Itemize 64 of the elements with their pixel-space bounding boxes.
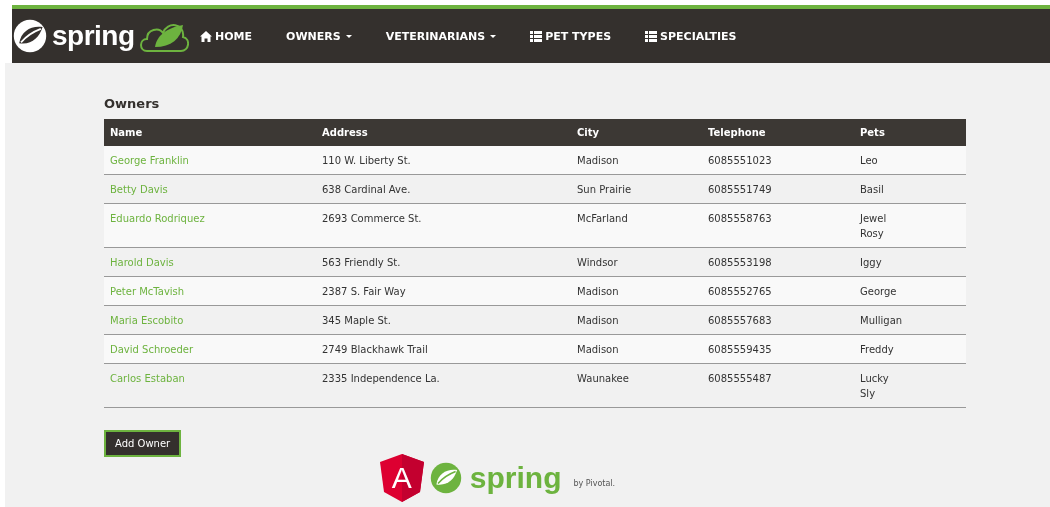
pet-name: Jewel [860, 213, 887, 224]
pet-name: Leo [860, 155, 878, 166]
table-cell: 6085555487 [708, 373, 772, 384]
nav-link[interactable]: PET TYPES [528, 29, 614, 43]
list-icon [530, 30, 543, 42]
column-header: City [577, 127, 600, 138]
table-cell: 2749 Blackhawk Trail [322, 344, 428, 355]
column-header: Address [322, 127, 368, 138]
pet-name: Mulligan [860, 315, 903, 326]
spring-logo-text: spring [469, 461, 562, 495]
nav-link[interactable]: SPECIALTIES [643, 29, 739, 43]
pet-name: Iggy [860, 257, 882, 268]
table-cell: 6085551749 [708, 184, 772, 195]
pet-name: George [860, 286, 897, 297]
table-cell: Madison [577, 286, 619, 297]
table-cell: 6085558763 [708, 213, 772, 224]
table-cell: 2387 S. Fair Way [322, 286, 406, 297]
table-cell: 638 Cardinal Ave. [322, 184, 411, 195]
pet-name: Lucky [860, 373, 889, 384]
add-owner-button[interactable]: Add Owner [104, 430, 182, 457]
pet-name: Rosy [860, 228, 884, 239]
byline: by Pivotal. [573, 478, 616, 488]
home-icon [200, 30, 212, 42]
table-cell: 6085557683 [708, 315, 772, 326]
column-header: Name [110, 127, 143, 138]
owner-link[interactable]: Carlos Estaban [110, 373, 185, 384]
list-icon [645, 30, 658, 42]
owner-link[interactable]: Harold Davis [110, 257, 174, 268]
spring-leaf-icon [429, 462, 462, 494]
table-cell: Waunakee [577, 373, 629, 384]
owner-link[interactable]: George Franklin [110, 155, 189, 166]
table-cell: Madison [577, 155, 619, 166]
owner-link[interactable]: David Schroeder [110, 344, 193, 355]
table-cell: 6085552765 [708, 286, 772, 297]
owner-link[interactable]: Betty Davis [110, 184, 168, 195]
nav-link[interactable]: OWNERS [284, 29, 354, 43]
column-header: Pets [860, 127, 885, 138]
column-header: Telephone [708, 127, 766, 138]
table-cell: Madison [577, 315, 619, 326]
table-cell: Windsor [577, 257, 618, 268]
nav-link[interactable]: VETERINARIANS [383, 29, 499, 43]
table-cell: 6085553198 [708, 257, 772, 268]
table-cell: 2693 Commerce St. [322, 213, 422, 224]
table-cell: 563 Friendly St. [322, 257, 401, 268]
pet-name: Freddy [860, 344, 894, 355]
page-heading: Owners [104, 95, 161, 111]
caret-icon [345, 34, 352, 38]
owner-link[interactable]: Eduardo Rodriquez [110, 213, 205, 224]
table-cell: Madison [577, 344, 619, 355]
table-cell: 6085559435 [708, 344, 772, 355]
logo-text: spring [52, 20, 135, 52]
table-cell: 2335 Independence La. [322, 373, 440, 384]
owner-link[interactable]: Peter McTavish [110, 286, 185, 297]
table-cell: 6085551023 [708, 155, 772, 166]
table-cell: 110 W. Liberty St. [322, 155, 411, 166]
pet-name: Sly [860, 388, 876, 399]
nav-link[interactable]: HOME [198, 29, 255, 43]
table-cell: Sun Prairie [577, 184, 632, 195]
angular-logo: A [379, 454, 424, 502]
table-cell: 345 Maple St. [322, 315, 391, 326]
table-cell: McFarland [577, 213, 628, 224]
owner-link[interactable]: Maria Escobito [110, 315, 184, 326]
caret-icon [490, 34, 497, 38]
pet-name: Basil [860, 184, 884, 195]
